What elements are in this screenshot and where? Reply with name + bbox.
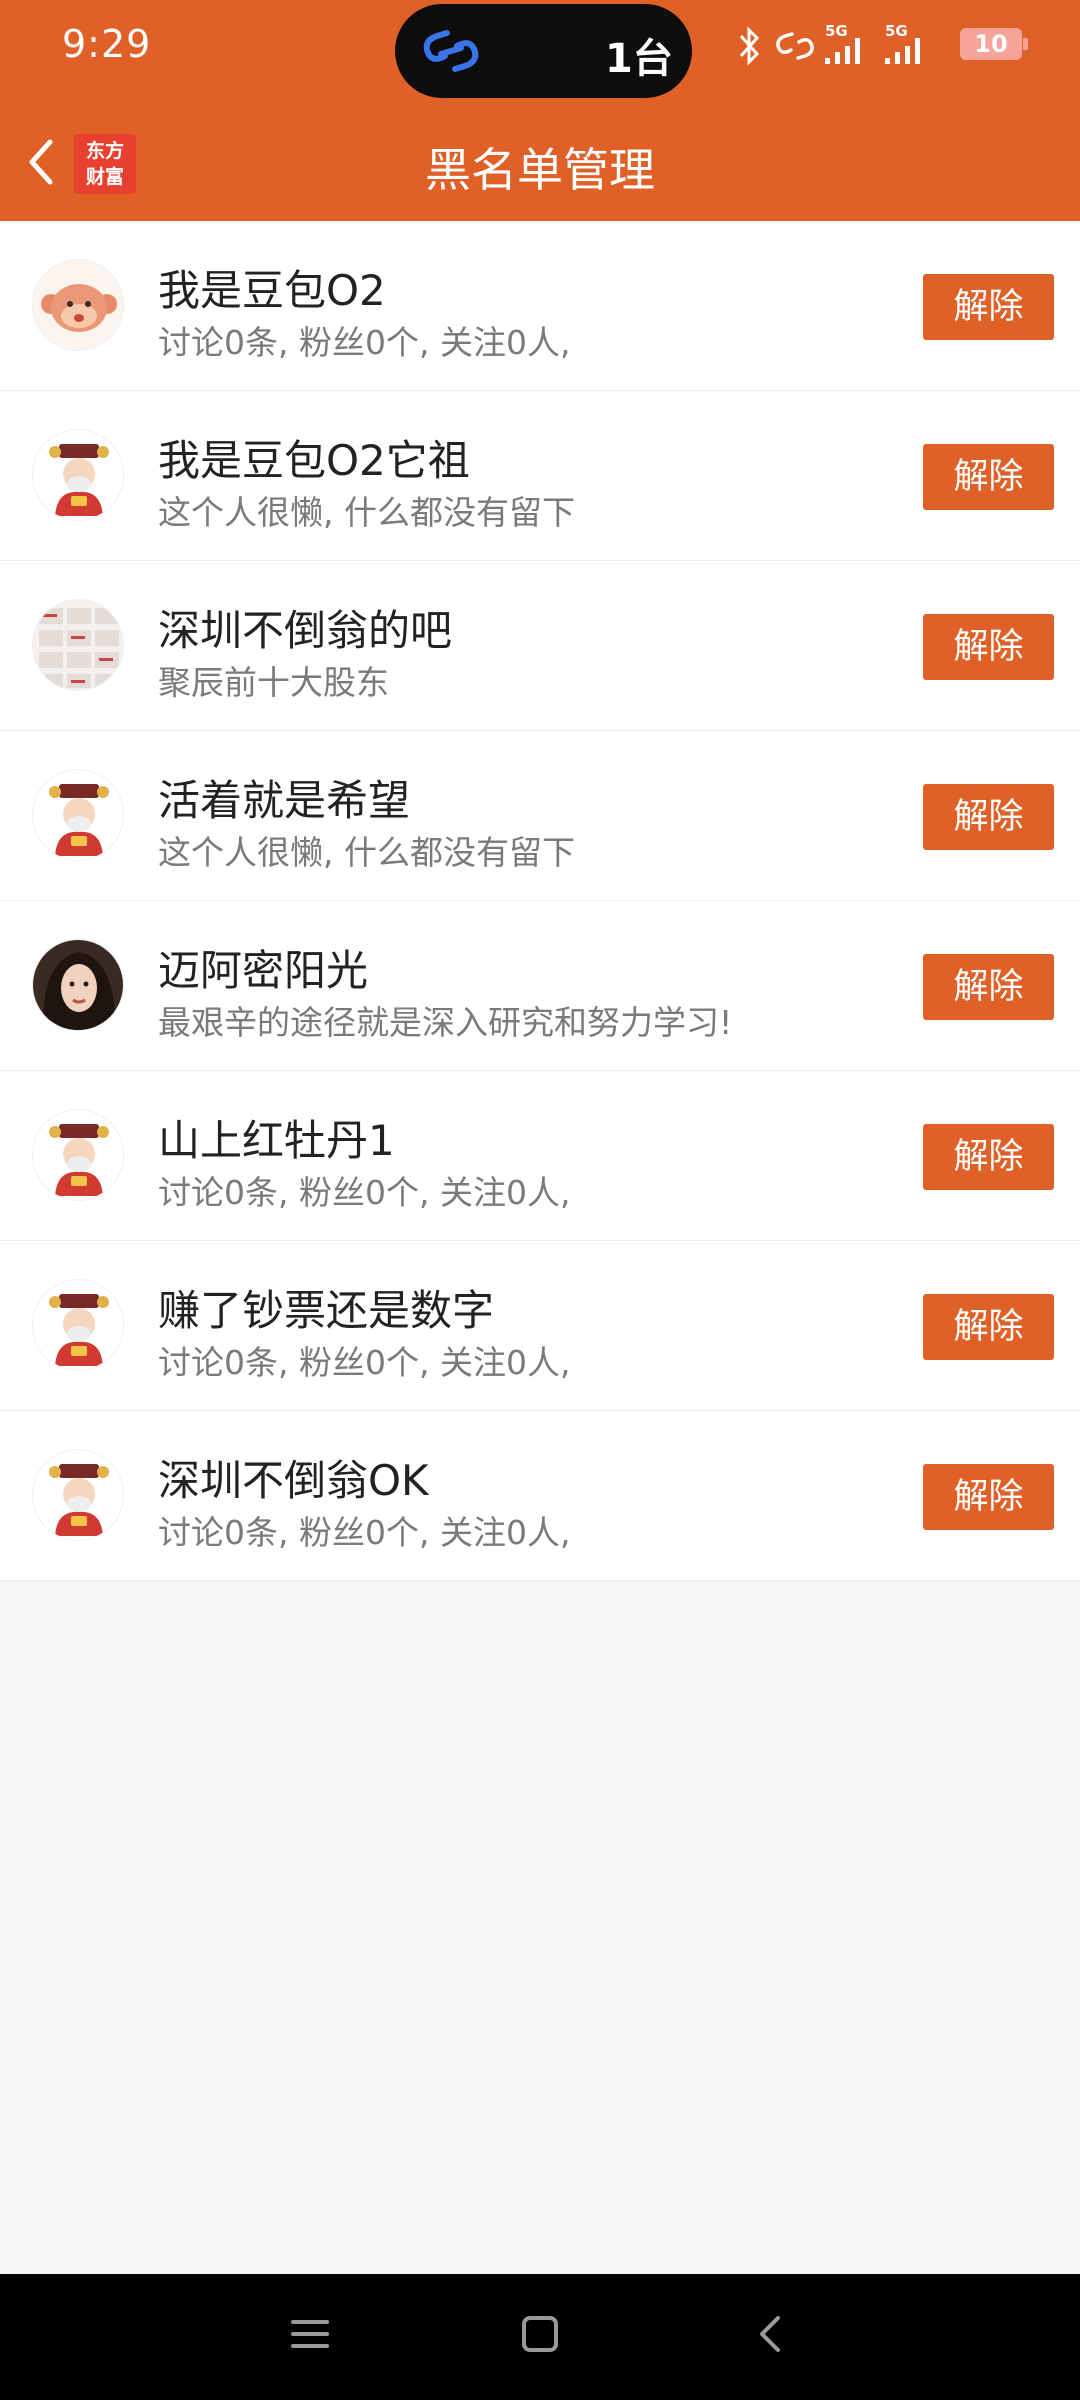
bluetooth-icon xyxy=(739,26,760,66)
app-header: 9:29 1台 5G 5G 10 东方 财富 黑名单管理 xyxy=(0,0,1080,221)
fortune-god-avatar[interactable] xyxy=(32,769,124,861)
blacklist: 我是豆包O2 讨论0条, 粉丝0个, 关注0人, 解除 我是豆包O2它祖 这个人… xyxy=(0,221,1080,1581)
item-desc: 最艰辛的途径就是深入研究和努力学习! xyxy=(158,1003,733,1042)
list-item[interactable]: 山上红牡丹1 讨论0条, 粉丝0个, 关注0人, 解除 xyxy=(0,1071,1080,1241)
dynamic-island[interactable]: 1台 xyxy=(395,4,692,98)
status-icons: 5G 5G 10 xyxy=(735,22,1028,72)
pill-text: 1台 xyxy=(605,36,673,82)
list-item[interactable]: 深圳不倒翁OK 讨论0条, 粉丝0个, 关注0人, 解除 xyxy=(0,1411,1080,1581)
item-name: 深圳不倒翁的吧 xyxy=(158,606,453,655)
item-name: 我是豆包O2它祖 xyxy=(158,436,470,485)
item-name: 活着就是希望 xyxy=(158,776,411,825)
item-desc: 讨论0条, 粉丝0个, 关注0人, xyxy=(158,1173,571,1212)
list-item[interactable]: 我是豆包O2它祖 这个人很懒, 什么都没有留下 解除 xyxy=(0,391,1080,561)
remove-button[interactable]: 解除 xyxy=(923,1294,1054,1360)
link-status-icon xyxy=(776,32,814,60)
item-desc: 讨论0条, 粉丝0个, 关注0人, xyxy=(158,1513,571,1552)
battery-level: 10 xyxy=(974,30,1008,58)
page-title: 黑名单管理 xyxy=(425,143,655,197)
status-time: 9:29 xyxy=(62,22,152,66)
item-name: 赚了钞票还是数字 xyxy=(158,1286,495,1335)
item-desc: 讨论0条, 粉丝0个, 关注0人, xyxy=(158,323,571,362)
fortune-god-avatar[interactable] xyxy=(32,429,124,521)
status-bar: 9:29 1台 5G 5G 10 xyxy=(0,0,1080,98)
system-nav-bar xyxy=(0,2274,1080,2400)
item-name: 迈阿密阳光 xyxy=(158,946,369,995)
menu-icon[interactable] xyxy=(290,2314,330,2354)
fortune-god-avatar[interactable] xyxy=(32,1109,124,1201)
item-name: 山上红牡丹1 xyxy=(158,1116,395,1165)
fortune-god-avatar[interactable] xyxy=(32,1449,124,1541)
signal-icon-2 xyxy=(885,38,920,64)
calendar-avatar[interactable] xyxy=(32,599,124,691)
fortune-god-avatar[interactable] xyxy=(32,1279,124,1371)
remove-button[interactable]: 解除 xyxy=(923,274,1054,340)
remove-button[interactable]: 解除 xyxy=(923,1464,1054,1530)
remove-button[interactable]: 解除 xyxy=(923,954,1054,1020)
monkey-avatar[interactable] xyxy=(32,259,124,351)
item-desc: 这个人很懒, 什么都没有留下 xyxy=(158,493,575,532)
item-desc: 讨论0条, 粉丝0个, 关注0人, xyxy=(158,1343,571,1382)
list-item[interactable]: 我是豆包O2 讨论0条, 粉丝0个, 关注0人, 解除 xyxy=(0,221,1080,391)
woman-photo-avatar[interactable] xyxy=(32,939,124,1031)
back-icon[interactable] xyxy=(750,2314,790,2354)
remove-button[interactable]: 解除 xyxy=(923,1124,1054,1190)
list-item[interactable]: 迈阿密阳光 最艰辛的途径就是深入研究和努力学习! 解除 xyxy=(0,901,1080,1071)
list-item[interactable]: 活着就是希望 这个人很懒, 什么都没有留下 解除 xyxy=(0,731,1080,901)
remove-button[interactable]: 解除 xyxy=(923,444,1054,510)
remove-button[interactable]: 解除 xyxy=(923,784,1054,850)
list-item[interactable]: 赚了钞票还是数字 讨论0条, 粉丝0个, 关注0人, 解除 xyxy=(0,1241,1080,1411)
signal-icon xyxy=(825,38,860,64)
battery-icon: 10 xyxy=(960,28,1028,60)
item-name: 深圳不倒翁OK xyxy=(158,1456,429,1505)
item-desc: 这个人很懒, 什么都没有留下 xyxy=(158,833,575,872)
nav-bar: 东方 财富 黑名单管理 xyxy=(0,110,1080,220)
item-name: 我是豆包O2 xyxy=(158,266,386,315)
home-icon[interactable] xyxy=(520,2314,560,2354)
item-desc: 聚辰前十大股东 xyxy=(158,663,389,702)
link-icon xyxy=(423,30,479,72)
remove-button[interactable]: 解除 xyxy=(923,614,1054,680)
list-item[interactable]: 深圳不倒翁的吧 聚辰前十大股东 解除 xyxy=(0,561,1080,731)
